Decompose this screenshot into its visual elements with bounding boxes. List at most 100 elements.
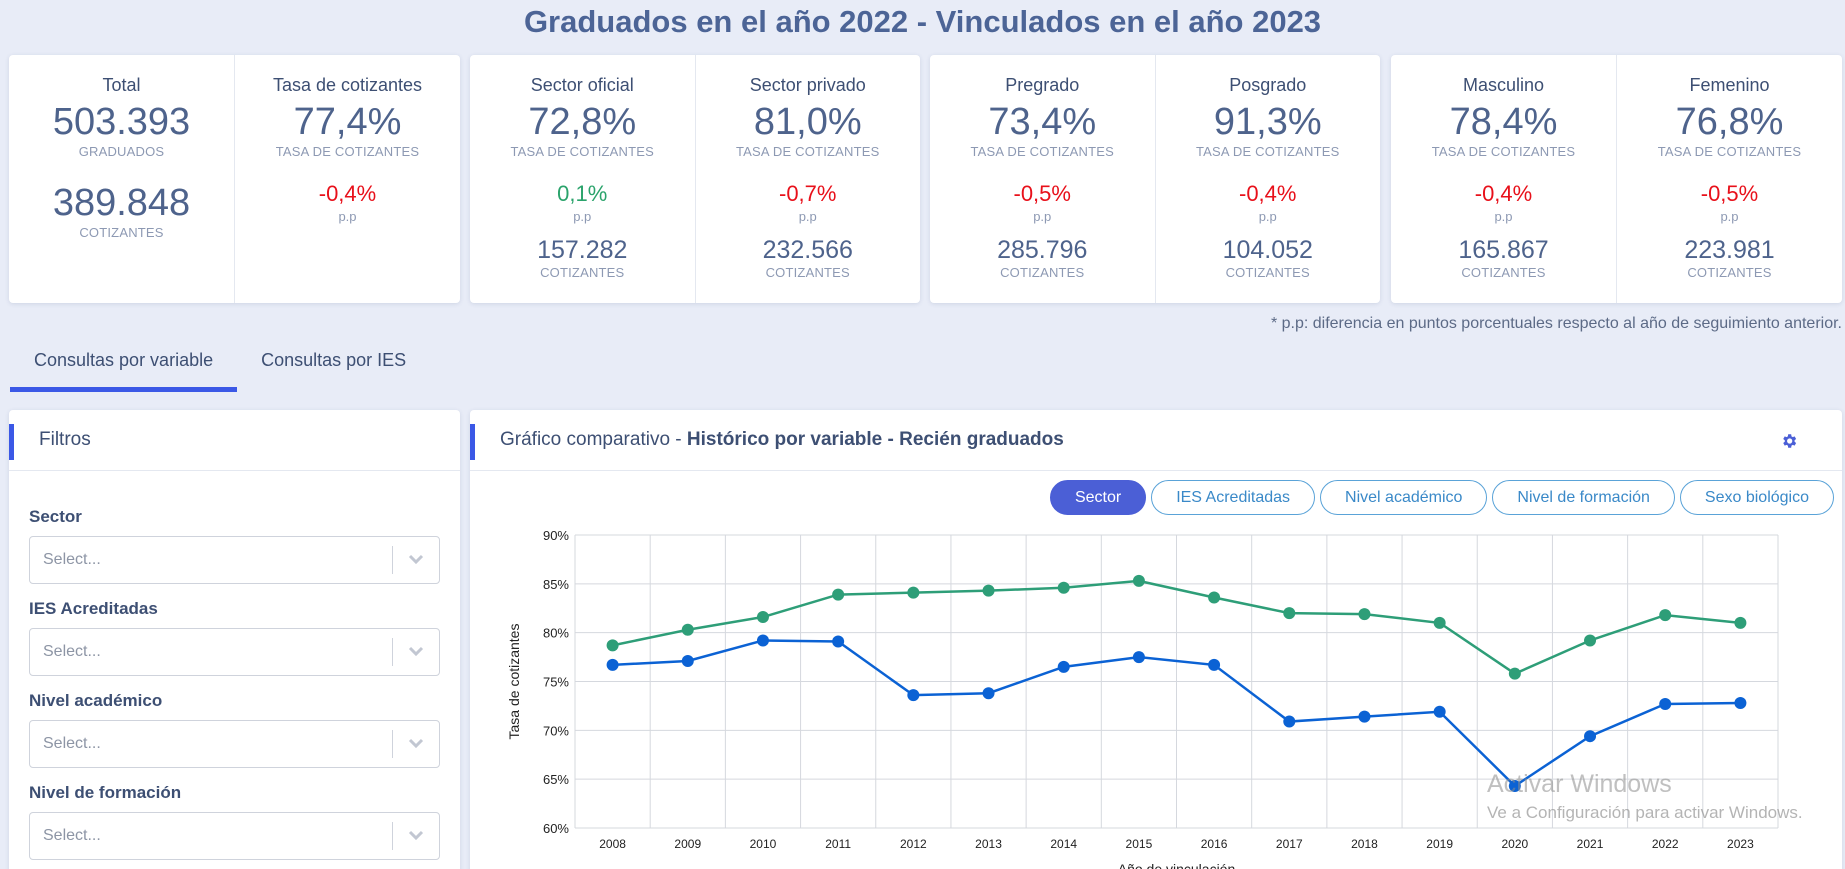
x-tick-label: 2018: [1351, 837, 1378, 851]
masculino-pp: p.p: [1494, 209, 1513, 224]
nivel-de-formacion-select-placeholder: Select...: [43, 827, 101, 844]
segment-nivel-de-formacion[interactable]: Nivel de formación: [1492, 480, 1675, 515]
segment-sector[interactable]: Sector: [1049, 480, 1147, 515]
series-1-point: [832, 635, 845, 648]
segment-nivel-academico[interactable]: Nivel académico: [1320, 480, 1488, 515]
series-0-point: [1584, 634, 1597, 647]
series-0-point: [1358, 608, 1371, 621]
y-tick-label: 85%: [543, 577, 569, 592]
series-0-point: [982, 584, 995, 597]
posgrado-count: 104.052: [1222, 236, 1313, 264]
series-0-point: [756, 611, 769, 624]
chevron-down-icon[interactable]: [393, 643, 439, 661]
sector-oficial-cell: Sector oficial 72,8% TASA DE COTIZANTES …: [470, 55, 695, 303]
filter-label-nivel-de-formacion: Nivel de formación: [29, 783, 182, 802]
series-0-point: [1057, 581, 1070, 594]
ies-acreditadas-select[interactable]: Select...: [29, 628, 440, 676]
sector-privado-count-label: COTIZANTES: [765, 265, 850, 280]
sector-oficial-label: TASA DE COTIZANTES: [510, 144, 654, 159]
pregrado-delta: -0,5%: [1013, 181, 1071, 206]
femenino-pp: p.p: [1720, 209, 1739, 224]
filter-label-sector: Sector: [29, 507, 82, 526]
cotizantes-label: COTIZANTES: [79, 225, 164, 240]
tasa-pp: p.p: [338, 209, 357, 224]
summary-card-total: Total 503.393 GRADUADOS 389.848 COTIZANT…: [9, 55, 460, 303]
series-1-point: [1358, 710, 1371, 723]
series-line-1: [612, 639, 1741, 788]
pregrado-value: 73,4%: [988, 101, 1097, 143]
total-title: Total: [102, 75, 141, 95]
masculino-count-label: COTIZANTES: [1461, 265, 1546, 280]
posgrado-label: TASA DE COTIZANTES: [1196, 144, 1340, 159]
series-1-point: [1734, 696, 1747, 709]
summary-card-sexo: Masculino 78,4% TASA DE COTIZANTES -0,4%…: [1391, 55, 1842, 303]
tasa-value: 77,4%: [293, 101, 402, 143]
nivel-academico-select[interactable]: Select...: [29, 720, 440, 768]
x-tick-label: 2021: [1577, 837, 1604, 851]
graduados-value: 503.393: [52, 101, 191, 143]
x-tick-label: 2017: [1276, 837, 1303, 851]
nivel-de-formacion-select[interactable]: Select...: [29, 812, 440, 860]
sector-oficial-count-label: COTIZANTES: [540, 265, 625, 280]
segment-sexo-biologico[interactable]: Sexo biológico: [1679, 480, 1834, 515]
series-1-point: [1433, 705, 1446, 718]
gear-icon[interactable]: [1780, 432, 1798, 450]
sector-select[interactable]: Select...: [29, 536, 440, 584]
variable-segment-group: Sector IES Acreditadas Nivel académico N…: [1049, 480, 1834, 515]
pregrado-count-label: COTIZANTES: [1000, 265, 1085, 280]
series-0-point: [1433, 616, 1446, 629]
pregrado-label: TASA DE COTIZANTES: [970, 144, 1114, 159]
nivel-academico-select-placeholder: Select...: [43, 735, 101, 752]
segment-ies-acreditadas[interactable]: IES Acreditadas: [1151, 480, 1316, 515]
femenino-delta: -0,5%: [1700, 181, 1759, 206]
tasa-cell: Tasa de cotizantes 77,4% TASA DE COTIZAN…: [234, 55, 460, 303]
series-1-point: [1057, 660, 1070, 673]
y-axis-label: Tasa de cotizantes: [506, 624, 522, 740]
series-1-point: [982, 687, 995, 700]
series-1-point: [1659, 697, 1672, 710]
masculino-value: 78,4%: [1449, 101, 1558, 143]
filters-header: Filtros: [9, 410, 460, 471]
tab-consultas-por-variable[interactable]: Consultas por variable: [10, 338, 238, 392]
femenino-count-label: COTIZANTES: [1687, 265, 1772, 280]
sector-oficial-delta: 0,1%: [557, 181, 608, 206]
sector-oficial-value: 72,8%: [528, 101, 637, 143]
filters-title: Filtros: [39, 429, 91, 450]
chevron-down-icon[interactable]: [393, 735, 439, 753]
series-0-point: [1208, 591, 1221, 604]
chart-panel-title-prefix: Gráfico comparativo -: [500, 429, 687, 450]
tab-consultas-por-ies[interactable]: Consultas por IES: [237, 338, 430, 392]
x-tick-label: 2014: [1050, 837, 1077, 851]
sector-privado-label: TASA DE COTIZANTES: [736, 144, 880, 159]
y-tick-label: 80%: [543, 626, 569, 641]
masculino-cell: Masculino 78,4% TASA DE COTIZANTES -0,4%…: [1391, 55, 1616, 303]
filter-label-ies-acreditadas: IES Acreditadas: [29, 599, 158, 618]
sector-oficial-count: 157.282: [537, 236, 628, 264]
chevron-down-icon[interactable]: [393, 551, 439, 569]
posgrado-pp: p.p: [1258, 209, 1277, 224]
sector-oficial-title: Sector oficial: [530, 75, 634, 95]
tasa-label: TASA DE COTIZANTES: [275, 144, 420, 159]
summary-card-sector: Sector oficial 72,8% TASA DE COTIZANTES …: [470, 55, 920, 303]
sector-privado-delta: -0,7%: [779, 181, 837, 206]
x-tick-label: 2012: [900, 837, 927, 851]
series-1-point: [1283, 715, 1296, 728]
x-tick-label: 2020: [1501, 837, 1528, 851]
filter-label-nivel-academico: Nivel académico: [29, 691, 163, 710]
pregrado-count: 285.796: [997, 236, 1088, 264]
chart-panel-title: Gráfico comparativo - Histórico por vari…: [500, 429, 1064, 451]
y-tick-label: 70%: [543, 723, 569, 738]
ies-acreditadas-select-placeholder: Select...: [43, 643, 101, 660]
series-1-point: [681, 654, 694, 667]
series-0-point: [1659, 609, 1672, 622]
page-title: Graduados en el año 2022 - Vinculados en…: [523, 4, 1322, 39]
x-tick-label: 2015: [1126, 837, 1153, 851]
masculino-title: Masculino: [1462, 75, 1545, 95]
posgrado-count-label: COTIZANTES: [1225, 265, 1310, 280]
series-1-point: [907, 689, 920, 702]
x-tick-label: 2010: [750, 837, 777, 851]
chevron-down-icon[interactable]: [393, 827, 439, 845]
graduados-label: GRADUADOS: [78, 144, 165, 159]
chart-panel: Gráfico comparativo - Histórico por vari…: [470, 410, 1842, 869]
y-tick-label: 75%: [543, 675, 569, 690]
